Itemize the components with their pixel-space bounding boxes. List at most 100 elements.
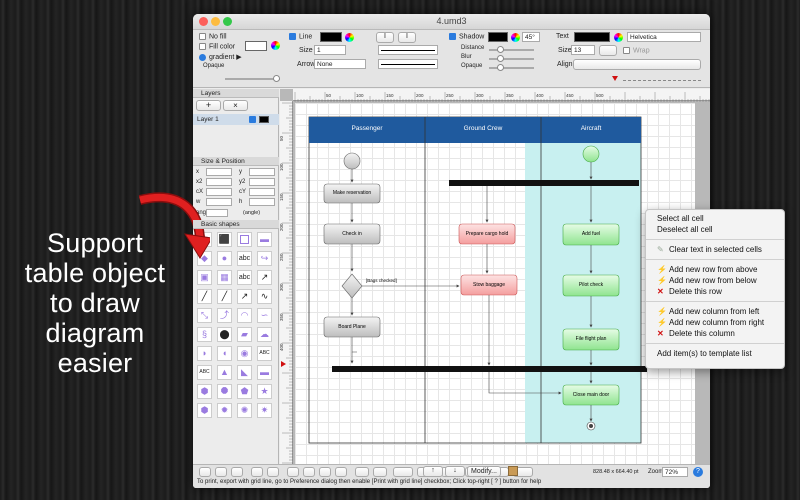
modify-button[interactable]: Modify... (467, 466, 501, 477)
menu-add-col-right[interactable]: ⚡ Add new column from right (646, 317, 784, 328)
menu-clear-text[interactable]: ✎ Clear text in selected cells (646, 244, 784, 255)
gradient-option[interactable]: gradient ▶ (199, 53, 242, 61)
shadow-angle-field[interactable]: 45° (522, 32, 540, 42)
heptagon-shape[interactable]: ⬢ (197, 403, 212, 418)
text-block-shape[interactable]: ▬ (257, 365, 272, 380)
menu-add-template[interactable]: Add item(s) to template list (646, 348, 784, 359)
menu-delete-row[interactable]: ✕ Delete this row (646, 286, 784, 297)
line-color-swatch[interactable] (320, 32, 342, 42)
drawing-page[interactable]: Passenger Ground Crew Aircraft Make rese… (295, 103, 695, 464)
bold-button[interactable] (599, 45, 617, 56)
distribute-tool-2[interactable] (267, 467, 279, 477)
callout-3-shape[interactable]: ◉ (237, 346, 252, 361)
hexagon-shape[interactable]: ⬢ (197, 384, 212, 399)
triangle-shape[interactable]: ▲ (217, 365, 232, 380)
image-shape[interactable]: ▣ (197, 270, 212, 285)
cloud-bubble-shape[interactable]: ☁ (257, 327, 272, 342)
rect-shape[interactable] (237, 232, 252, 247)
line-size-select[interactable]: 1 (314, 45, 346, 55)
decagon-shape[interactable]: ✷ (257, 403, 272, 418)
field-y[interactable] (249, 168, 275, 176)
lock-tool[interactable] (355, 467, 369, 477)
zoom-select[interactable]: 72% (662, 467, 688, 477)
octagon-shape[interactable]: ⯃ (217, 384, 232, 399)
double-arrow-shape[interactable]: ⤡ (197, 308, 212, 323)
callout-shape[interactable]: ◗ (197, 346, 212, 361)
distribute-tool[interactable] (251, 467, 263, 477)
field-x2[interactable] (206, 178, 232, 186)
align-center-tool[interactable] (215, 467, 227, 477)
text-color-wheel-icon[interactable] (614, 33, 623, 42)
text-shape-2[interactable]: abc (237, 270, 252, 285)
field-y2[interactable] (249, 178, 275, 186)
curve-shape[interactable]: ↗ (257, 270, 272, 285)
menu-delete-col[interactable]: ✕ Delete this column (646, 328, 784, 339)
line-checkbox[interactable]: Line (289, 33, 312, 40)
add-layer-button[interactable]: + (196, 100, 221, 111)
speech-bubble-shape[interactable]: ▰ (237, 327, 252, 342)
basic-shapes-header[interactable]: Basic shapes (193, 220, 279, 229)
shadow-color-wheel-icon[interactable] (511, 33, 520, 42)
bezier-shape[interactable]: ⤴ (217, 308, 232, 323)
pentagon-shape[interactable]: ⬟ (237, 384, 252, 399)
join-bar[interactable] (332, 366, 647, 372)
dot-shape[interactable]: ⬤ (217, 327, 232, 342)
line-color-wheel-icon[interactable] (345, 33, 354, 42)
menu-deselect-all[interactable]: Deselect all cell (646, 224, 784, 235)
callout-text-shape[interactable]: ABC (257, 346, 272, 361)
opacity-slider[interactable] (225, 75, 280, 82)
layers-header[interactable]: Layers (193, 89, 279, 98)
help-icon[interactable]: ? (693, 467, 703, 477)
connect-tool[interactable] (393, 467, 413, 477)
remove-layer-button[interactable]: × (223, 100, 248, 111)
tab-marker-icon[interactable] (612, 76, 618, 81)
align-right-tool[interactable] (231, 467, 243, 477)
fill-color-swatch[interactable] (245, 41, 267, 51)
line-shape[interactable]: ╱ (197, 289, 212, 304)
unlock-tool[interactable] (373, 467, 387, 477)
field-h[interactable] (249, 198, 275, 206)
bring-front-button[interactable]: ↑ (423, 466, 443, 477)
fill-color-option[interactable]: Fill color (199, 43, 235, 50)
shadow-color-swatch[interactable] (488, 32, 508, 42)
burst-shape[interactable]: ✺ (237, 403, 252, 418)
align-left-tool[interactable] (199, 467, 211, 477)
size-position-header[interactable]: Size & Position (193, 157, 279, 166)
callout-2-shape[interactable]: ◖ (217, 346, 232, 361)
freehand-shape[interactable]: ∽ (257, 308, 272, 323)
line-style-button-2[interactable]: I (398, 32, 416, 43)
align-buttons[interactable] (573, 59, 701, 70)
arrow-select[interactable]: None (314, 59, 366, 69)
group-tool[interactable] (287, 467, 299, 477)
package-icon[interactable] (508, 466, 518, 476)
font-select[interactable]: Helvetica (627, 32, 701, 42)
fork-bar[interactable] (449, 180, 639, 186)
grid-toggle[interactable] (319, 467, 331, 477)
dash-style-select[interactable] (378, 45, 438, 55)
distance-slider[interactable] (489, 46, 534, 53)
color-wheel-icon[interactable] (271, 41, 280, 50)
gear-shape[interactable]: ✹ (217, 403, 232, 418)
shadow-checkbox[interactable]: Shadow (449, 33, 484, 40)
circle-shape[interactable]: ● (217, 251, 232, 266)
layer-row[interactable]: Layer 1 (193, 114, 279, 125)
text-size-select[interactable]: 13 (571, 45, 595, 55)
menu-add-col-left[interactable]: ⚡ Add new column from left (646, 306, 784, 317)
ungroup-tool[interactable] (303, 467, 315, 477)
curved-arrow-shape[interactable]: ↪ (257, 251, 272, 266)
text-color-swatch[interactable] (574, 32, 610, 42)
send-back-button[interactable]: ↓ (445, 466, 465, 477)
snap-toggle[interactable] (335, 467, 347, 477)
shadow-opacity-slider[interactable] (489, 64, 534, 71)
table-shape[interactable]: ▦ (217, 270, 232, 285)
line-style-button[interactable]: I (376, 32, 394, 43)
right-triangle-shape[interactable]: ◣ (237, 365, 252, 380)
star-shape[interactable]: ★ (257, 384, 272, 399)
squiggle-shape[interactable]: § (197, 327, 212, 342)
arc-shape[interactable]: ◠ (237, 308, 252, 323)
start-node[interactable] (343, 152, 361, 170)
cube-shape[interactable]: ⬛ (217, 232, 232, 247)
field-x[interactable] (206, 168, 232, 176)
rect-blue-shape[interactable]: ▬ (257, 232, 272, 247)
menu-add-row-above[interactable]: ⚡ Add new row from above (646, 264, 784, 275)
